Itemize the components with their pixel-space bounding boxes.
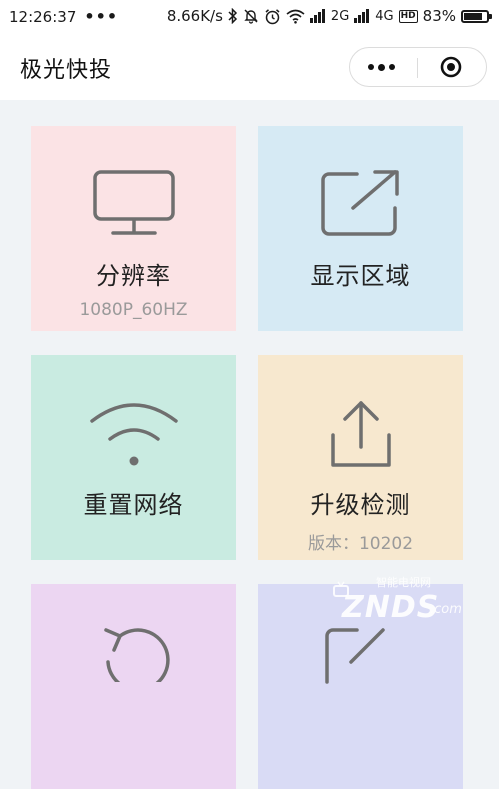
more-dot-icon [368, 64, 374, 70]
capsule-divider [417, 58, 418, 78]
network-speed: 8.66K/s [166, 7, 223, 25]
rotate-icon [94, 622, 174, 692]
monitor-icon [91, 168, 177, 242]
version-text: 版本：10202 [307, 534, 414, 554]
status-bar: 12:26:37 ••• 8.66K/s 2G 4G HD 83% [0, 0, 499, 34]
tile-label: 重置网络 [83, 491, 184, 519]
tile-display-area[interactable]: 显示区域 [258, 126, 463, 331]
tile-label: 显示区域 [310, 262, 411, 290]
tile-edit[interactable] [258, 584, 463, 789]
target-close-icon [440, 56, 462, 78]
edit-icon [321, 624, 401, 688]
status-more-dots: ••• [84, 7, 119, 26]
close-mini-program-button[interactable] [440, 56, 462, 78]
battery-percent: 83% [422, 7, 456, 25]
bluetooth-icon [228, 8, 238, 24]
tile-label: 升级检测 [310, 491, 411, 519]
signal-icon [354, 9, 370, 23]
status-right: 8.66K/s 2G 4G HD 83% [166, 7, 492, 25]
network-type-2g: 2G [330, 8, 350, 24]
status-time: 12:26:37 [9, 7, 77, 26]
battery-level [464, 12, 483, 20]
tile-label: 分辨率 [96, 262, 171, 290]
tile-rotate[interactable] [31, 584, 236, 789]
more-menu-button[interactable] [368, 63, 395, 71]
page-title: 极光快投 [20, 58, 113, 83]
more-dot-icon [389, 64, 395, 70]
status-left: 12:26:37 ••• [9, 7, 118, 26]
upload-icon [329, 399, 393, 475]
nav-bar: 极光快投 [0, 34, 499, 100]
network-type-4g: 4G [375, 8, 394, 24]
wifi-icon [86, 397, 182, 473]
alarm-icon [264, 8, 281, 25]
resolution-value: 1080P_60HZ [79, 300, 188, 320]
signal-icon [309, 9, 325, 23]
more-dot-icon [378, 63, 385, 71]
hd-voice-badge: HD [398, 9, 418, 23]
mini-program-capsule [349, 47, 487, 87]
external-link-icon [319, 168, 403, 244]
tile-reset-network[interactable]: 重置网络 [31, 355, 236, 560]
tile-upgrade-check[interactable]: 升级检测 版本：10202 [258, 355, 463, 560]
wifi-status-icon [286, 9, 305, 24]
mute-bell-icon [243, 8, 259, 24]
tile-resolution[interactable]: 分辨率 1080P_60HZ [31, 126, 236, 331]
battery-icon [461, 9, 492, 23]
